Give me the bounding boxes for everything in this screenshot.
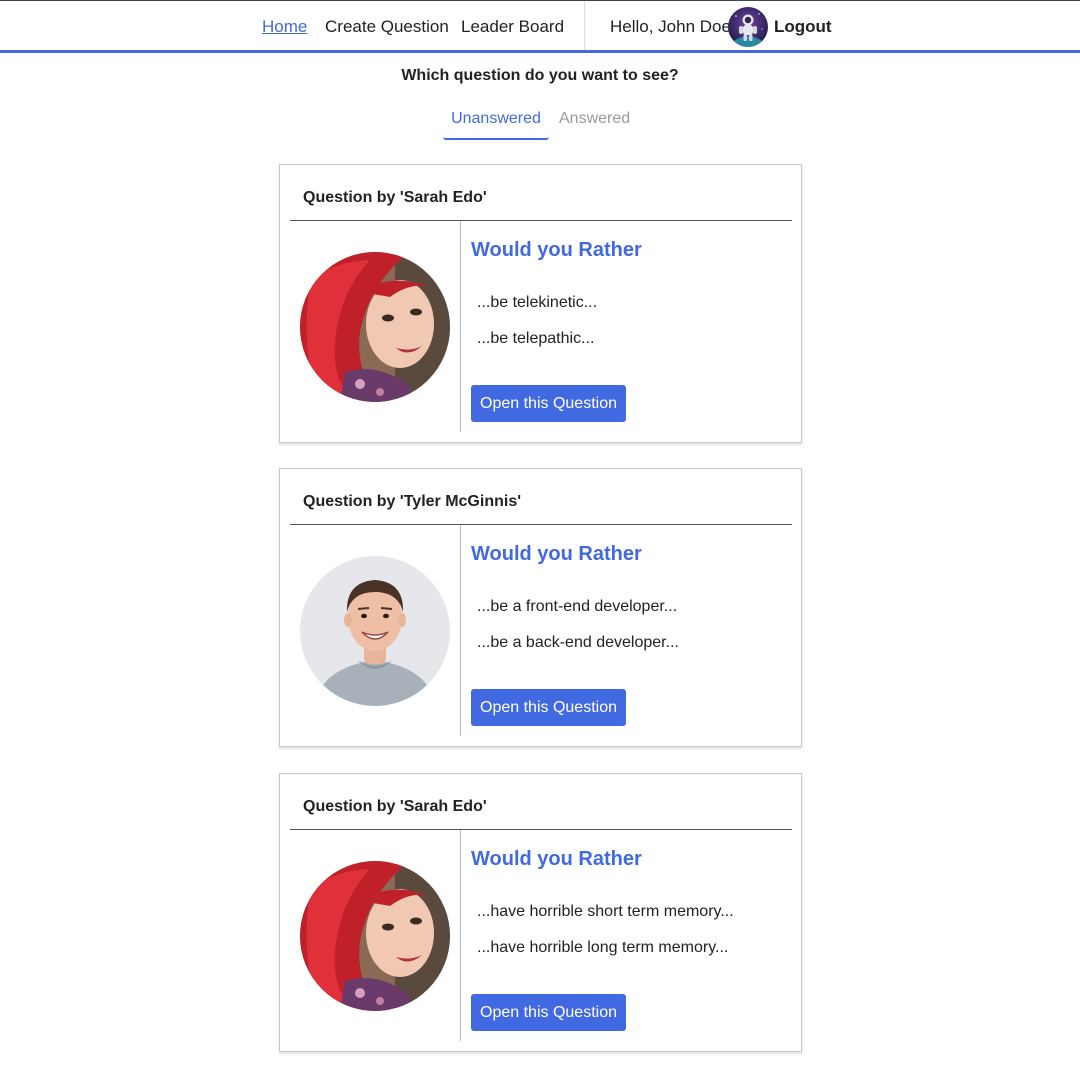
question-option-two: ...be telepathic... <box>477 330 595 347</box>
author-avatar <box>300 861 450 1011</box>
tab-answered[interactable]: Answered <box>559 110 630 128</box>
author-avatar <box>300 556 450 706</box>
question-option-two: ...be a back-end developer... <box>477 634 679 651</box>
question-title: Would you Rather <box>471 543 642 565</box>
question-card: Question by 'Tyler McGinnis' Would you R… <box>279 468 802 747</box>
question-option-one: ...be telekinetic... <box>477 294 598 311</box>
user-avatar <box>728 7 768 47</box>
tab-unanswered[interactable]: Unanswered <box>443 110 549 140</box>
question-card: Question by 'Sarah Edo' Would you Rather… <box>279 164 802 443</box>
nav-divider <box>584 1 585 50</box>
question-option-one: ...be a front-end developer... <box>477 598 678 615</box>
card-vertical-divider <box>460 830 461 1041</box>
question-card: Question by 'Sarah Edo' Would you Rather… <box>279 773 802 1052</box>
page-heading: Which question do you want to see? <box>401 67 679 84</box>
question-author-label: Question by 'Tyler McGinnis' <box>303 493 522 510</box>
nav-home-link[interactable]: Home <box>262 17 307 37</box>
question-title: Would you Rather <box>471 239 642 261</box>
card-vertical-divider <box>460 525 461 736</box>
red-haired-woman-avatar-icon <box>300 861 450 1011</box>
open-question-button[interactable]: Open this Question <box>471 689 626 726</box>
card-divider <box>290 829 792 830</box>
top-navbar: Home Create Question Leader Board Hello,… <box>0 0 1080 53</box>
card-vertical-divider <box>460 221 461 432</box>
open-question-button[interactable]: Open this Question <box>471 994 626 1031</box>
question-author-label: Question by 'Sarah Edo' <box>303 798 487 815</box>
open-question-button[interactable]: Open this Question <box>471 385 626 422</box>
question-title: Would you Rather <box>471 848 642 870</box>
nav-create-question-link[interactable]: Create Question <box>325 17 449 37</box>
logout-link[interactable]: Logout <box>774 17 832 37</box>
smiling-man-avatar-icon <box>300 556 450 706</box>
astronaut-avatar-icon <box>728 7 768 47</box>
author-avatar <box>300 252 450 402</box>
card-divider <box>290 524 792 525</box>
card-divider <box>290 220 792 221</box>
nav-leader-board-link[interactable]: Leader Board <box>461 17 564 37</box>
question-option-one: ...have horrible short term memory... <box>477 903 734 920</box>
user-greeting: Hello, John Doe <box>610 17 731 36</box>
red-haired-woman-avatar-icon <box>300 252 450 402</box>
question-author-label: Question by 'Sarah Edo' <box>303 189 487 206</box>
question-option-two: ...have horrible long term memory... <box>477 939 729 956</box>
